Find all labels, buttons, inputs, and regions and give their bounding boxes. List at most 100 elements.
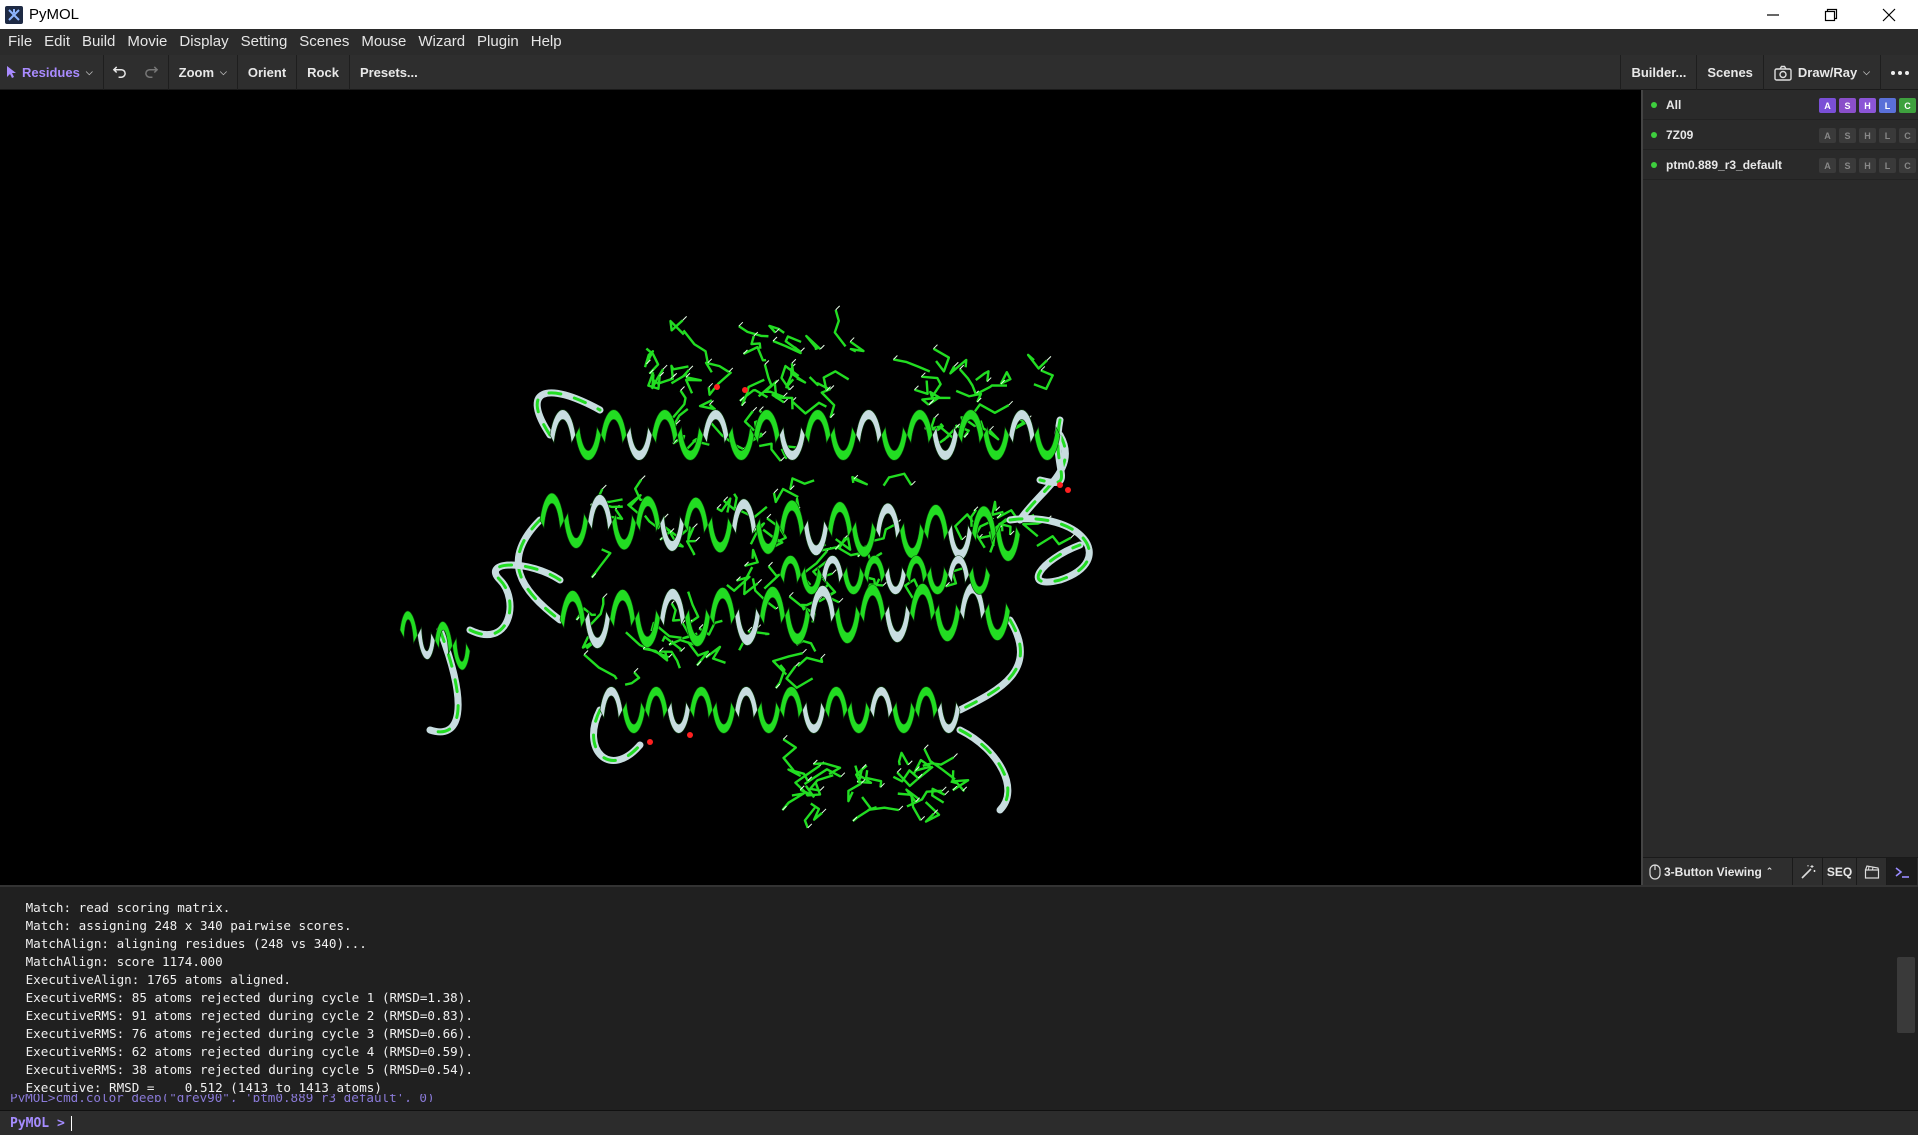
side-chain-stick (682, 329, 709, 364)
helix-ribbon-segment (899, 521, 925, 559)
panel-bottom-bar: 3-Button Viewing ⌃ SEQ (1643, 857, 1918, 886)
oxygen-atom (714, 384, 720, 390)
console-line: Match: read scoring matrix. (18, 900, 231, 915)
helix-ribbon-segment (609, 589, 636, 629)
show-button[interactable]: S (1839, 98, 1856, 113)
helix-ribbon-segment (779, 686, 803, 720)
object-enabled-indicator (1651, 101, 1657, 108)
menu-help[interactable]: Help (525, 29, 568, 55)
redo-icon (145, 65, 159, 78)
hydrogen-stick (807, 823, 813, 829)
label-button[interactable]: L (1879, 158, 1896, 173)
orient-button[interactable]: Orient (238, 54, 298, 90)
more-options-button[interactable] (1880, 55, 1918, 90)
hide-button[interactable]: H (1859, 128, 1876, 143)
zoom-label: Zoom (178, 64, 215, 80)
close-button[interactable] (1860, 0, 1918, 29)
menu-setting[interactable]: Setting (235, 29, 294, 55)
helix-ribbon-segment (712, 700, 736, 734)
side-chain-stick (772, 487, 799, 504)
color-button[interactable]: C (1899, 158, 1916, 173)
side-chain-stick (590, 548, 612, 579)
hydrogen-stick (941, 786, 947, 792)
color-button[interactable]: C (1899, 128, 1916, 143)
restore-button[interactable] (1802, 0, 1860, 29)
viewing-mode-dropdown[interactable]: 3-Button Viewing ⌃ (1643, 857, 1793, 886)
menu-edit[interactable]: Edit (38, 29, 76, 55)
helix-ribbon-segment (734, 606, 761, 646)
console-last-command: PyMOL>cmd.color_deep("grey90", 'ptm0.889… (10, 1094, 435, 1102)
hydrogen-stick (819, 786, 825, 791)
hydrogen-stick (783, 398, 789, 403)
rock-button[interactable]: Rock (297, 54, 350, 90)
console-line: ExecutiveAlign: 1765 atoms aligned. (18, 972, 291, 987)
object-row-7z09[interactable]: 7Z09 A S H L C (1643, 120, 1918, 150)
console-line: ExecutiveRMS: 85 atoms rejected during c… (18, 990, 473, 1005)
hide-button[interactable]: H (1859, 158, 1876, 173)
side-chain-stick (958, 368, 978, 396)
undo-button[interactable] (104, 55, 136, 90)
sequence-toggle-button[interactable]: SEQ (1823, 857, 1857, 886)
helix-ribbon-segment (834, 604, 861, 644)
builder-button[interactable]: Builder... (1620, 55, 1696, 90)
action-button[interactable]: A (1819, 98, 1836, 113)
hydrogen-stick (840, 772, 846, 778)
menu-movie[interactable]: Movie (121, 29, 173, 55)
show-button[interactable]: S (1839, 128, 1856, 143)
draw-ray-button[interactable]: Draw/Ray ⌵ (1762, 55, 1880, 90)
zoom-button[interactable]: Zoom ⌵ (167, 54, 238, 90)
label-button[interactable]: L (1879, 98, 1896, 113)
label-button[interactable]: L (1879, 128, 1896, 143)
more-horizontal-icon (1890, 70, 1909, 75)
helix-ribbon-segment (757, 700, 781, 734)
object-row-ptm[interactable]: ptm0.889_r3_default A S H L C (1643, 150, 1918, 180)
minimize-button[interactable] (1744, 0, 1802, 29)
menu-file[interactable]: File (2, 29, 38, 55)
helix-ribbon-segment (923, 504, 949, 542)
selection-mode-dropdown[interactable]: Residues ⌵ (0, 54, 104, 90)
molecular-viewport[interactable] (0, 90, 1641, 885)
show-button[interactable]: S (1839, 158, 1856, 173)
menu-wizard[interactable]: Wizard (412, 29, 471, 55)
side-chain-stick (867, 806, 900, 812)
console-scrollbar[interactable] (1897, 957, 1915, 1033)
hydrogen-stick (757, 579, 762, 584)
side-chain-stick (924, 801, 941, 823)
menu-display[interactable]: Display (173, 29, 234, 55)
helix-ribbon-segment (884, 603, 911, 643)
wizard-button[interactable] (1793, 857, 1823, 886)
object-row-all[interactable]: All A S H L C (1643, 90, 1918, 120)
object-enabled-indicator (1651, 161, 1657, 168)
menu-mouse[interactable]: Mouse (355, 29, 412, 55)
hydrogen-stick (961, 535, 967, 541)
scenes-button[interactable]: Scenes (1696, 55, 1763, 90)
hydrogen-stick (583, 650, 589, 655)
side-chain-stick (949, 358, 968, 375)
hide-button[interactable]: H (1859, 98, 1876, 113)
menu-plugin[interactable]: Plugin (471, 29, 525, 55)
helix-ribbon-segment (575, 425, 602, 461)
side-chain-stick (782, 738, 797, 772)
menu-build[interactable]: Build (76, 29, 121, 55)
presets-button[interactable]: Presets... (350, 55, 428, 90)
side-chain-stick (897, 751, 910, 766)
hydrogen-stick (896, 768, 902, 773)
helix-ribbon-segment (881, 425, 908, 461)
console-log-lines: Match: read scoring matrix. Match: assig… (18, 899, 473, 1097)
console-toggle-button[interactable] (1887, 857, 1917, 886)
helix-ribbon-segment (709, 587, 736, 627)
action-button[interactable]: A (1819, 158, 1836, 173)
hydrogen-stick (953, 753, 958, 758)
action-button[interactable]: A (1819, 128, 1836, 143)
helix-ribbon-segment (599, 686, 623, 720)
hydrogen-stick (780, 456, 786, 462)
menu-scenes[interactable]: Scenes (293, 29, 355, 55)
hydrogen-stick (662, 364, 668, 370)
console-output: Match: read scoring matrix. Match: assig… (0, 885, 1918, 1110)
hydrogen-stick (923, 744, 929, 750)
movie-panel-button[interactable] (1857, 857, 1887, 886)
redo-button[interactable] (136, 55, 168, 90)
command-line[interactable]: PyMOL > (0, 1110, 1918, 1135)
console-partial-line: PyMOL>cmd.color_deep("grey90", 'ptm0.889… (10, 1094, 610, 1102)
color-button[interactable]: C (1899, 98, 1916, 113)
